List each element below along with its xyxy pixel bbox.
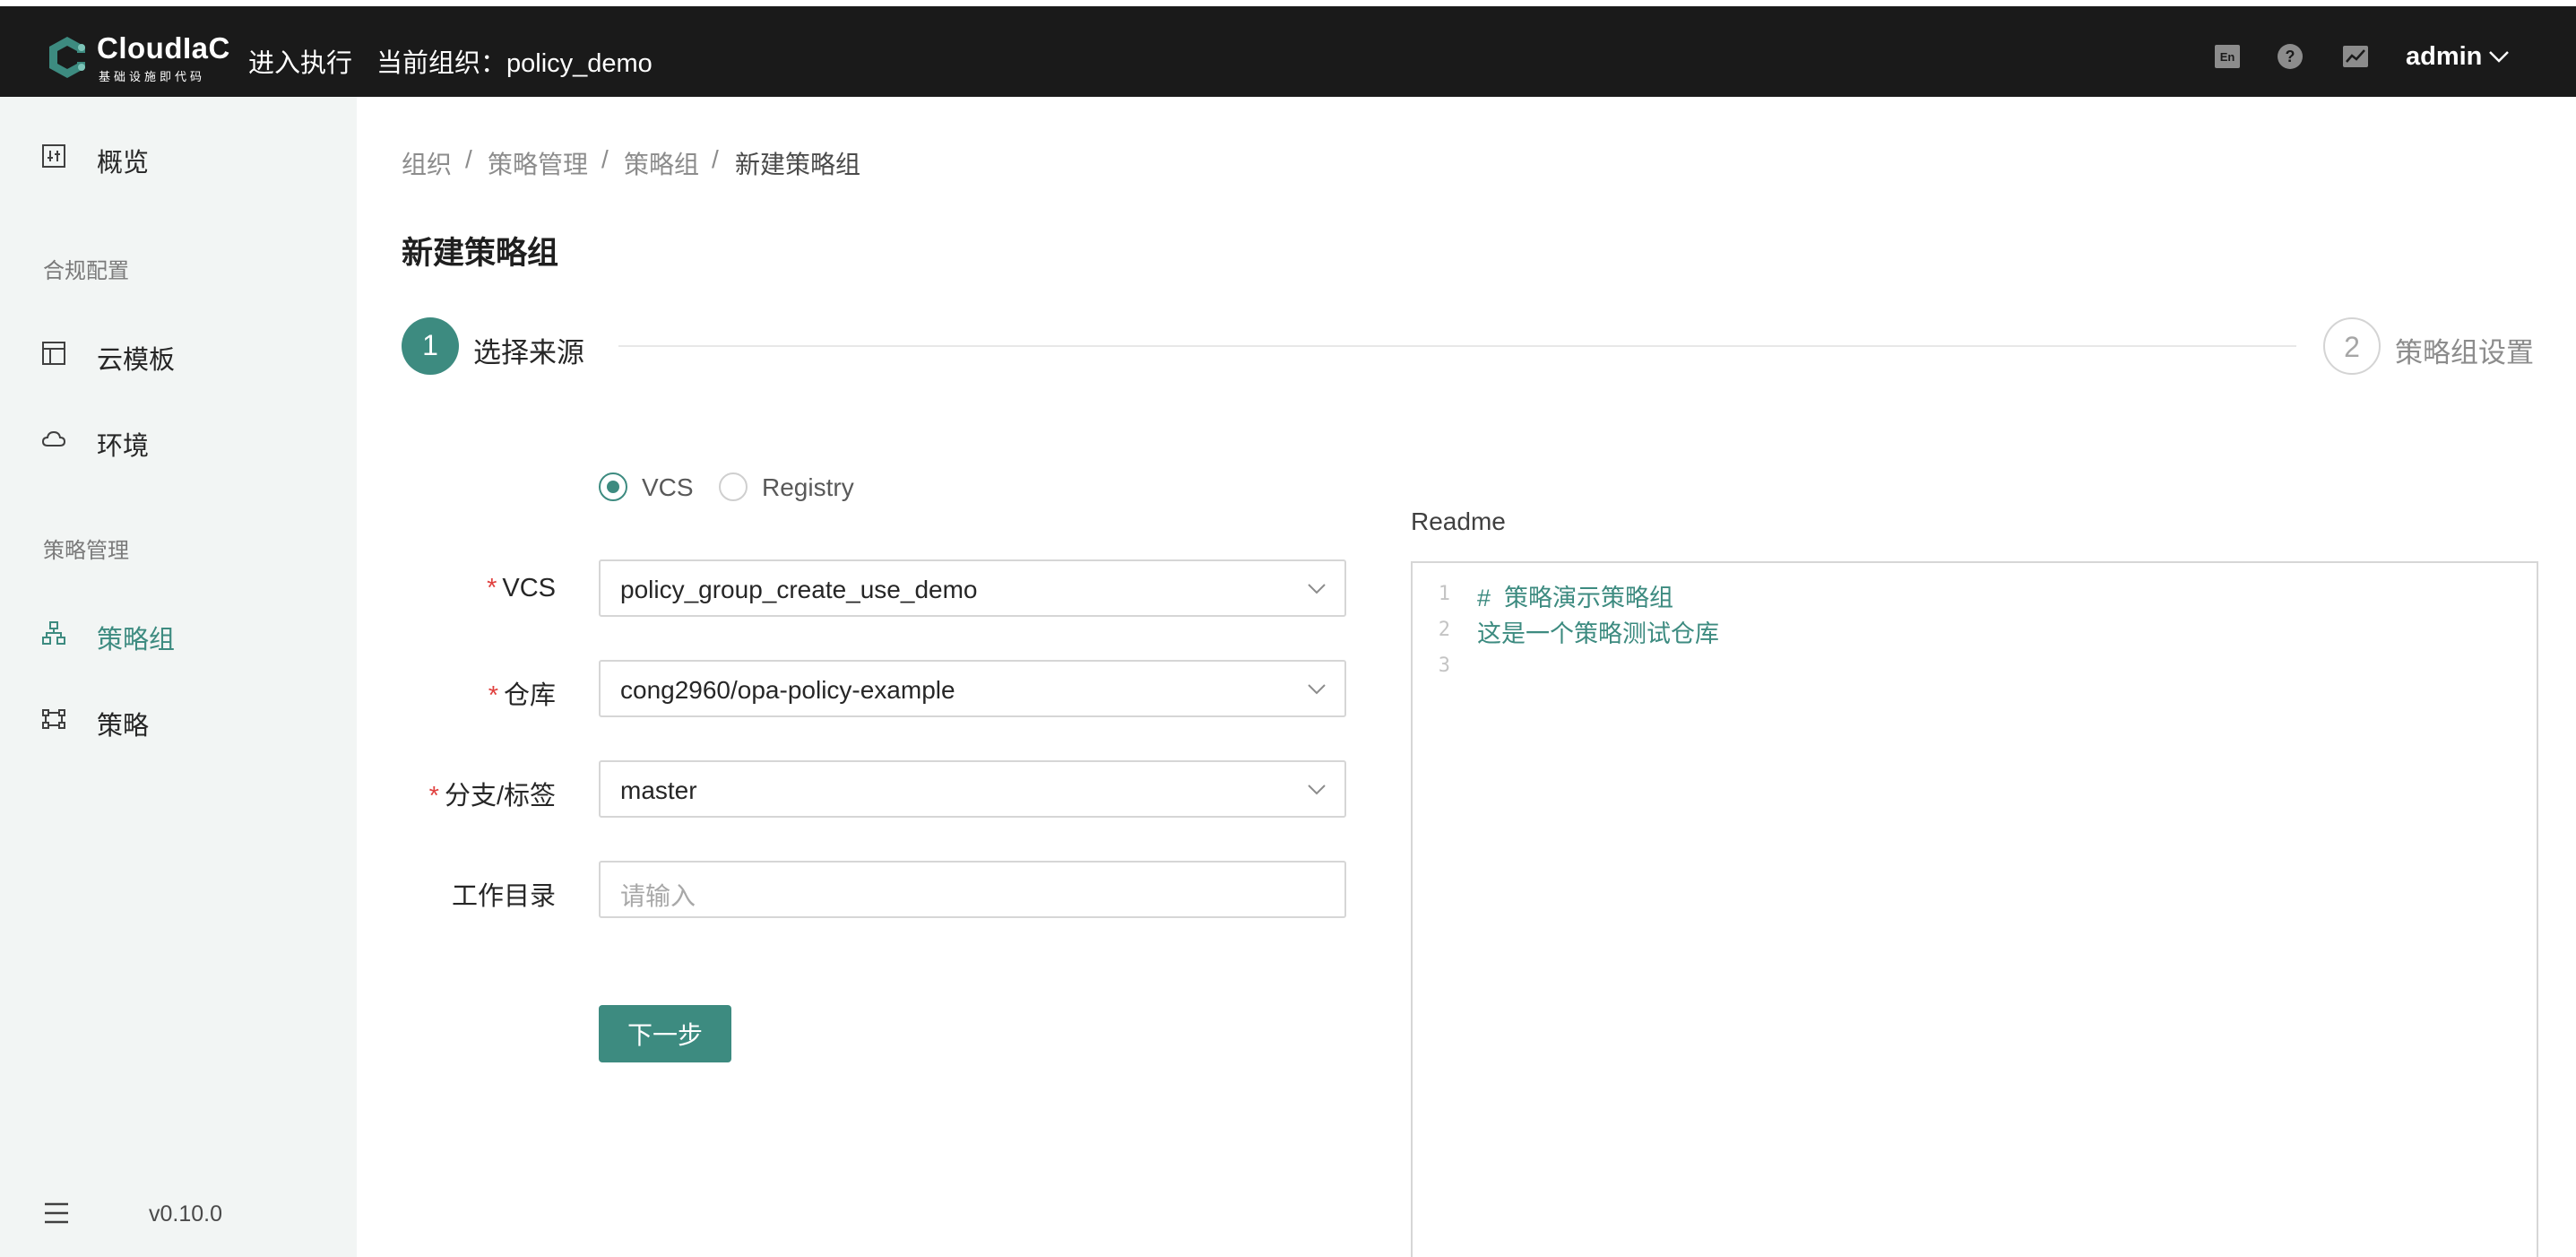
code-line: 2 这是一个策略测试仓库 <box>1413 610 2488 647</box>
breadcrumb-item[interactable]: 策略管理 <box>488 145 588 181</box>
required-mark: * <box>428 782 439 811</box>
breadcrumb-item[interactable]: 组织 <box>402 145 452 181</box>
sidebar-item-policy-groups[interactable]: 策略组 <box>0 608 357 658</box>
chevron-down-icon <box>1308 684 1326 695</box>
code-line: 1 # 策略演示策略组 <box>1413 574 2488 611</box>
workdir-label: 工作目录 <box>451 882 556 911</box>
sidebar: 概览 合规配置 云模板 环境 策略管理 策略组 策略 v0.10.0 <box>0 97 357 1257</box>
repo-select-value: cong2960/opa-policy-example <box>620 676 955 704</box>
breadcrumb-separator: / <box>601 145 609 173</box>
workdir-input[interactable]: 请输入 <box>599 861 1346 918</box>
breadcrumb-separator: / <box>712 145 719 173</box>
enter-exec-link[interactable]: 进入执行 <box>248 42 352 80</box>
chevron-down-icon[interactable] <box>2488 49 2510 64</box>
svg-text:En: En <box>2220 50 2235 64</box>
current-org-selector[interactable]: 当前组织：policy_demo <box>376 42 653 80</box>
code-line: 3 <box>1413 646 2488 681</box>
step-connector <box>618 345 2296 347</box>
node-frame-icon <box>42 709 65 729</box>
svg-text:?: ? <box>2286 48 2295 65</box>
en-lang-icon[interactable]: En <box>2213 42 2242 71</box>
brand-name: CloudIaC <box>97 31 230 65</box>
line-chart-icon[interactable] <box>2341 42 2370 71</box>
required-mark: * <box>487 574 497 602</box>
chevron-down-icon <box>1308 785 1326 795</box>
cloud-icon <box>41 430 66 446</box>
sidebar-group-policy: 策略管理 <box>43 539 129 563</box>
branch-label: * 分支/标签 <box>428 782 556 811</box>
branch-select-value: master <box>620 776 697 804</box>
line-text: 这是一个策略测试仓库 <box>1477 620 1719 647</box>
version-label: v0.10.0 <box>149 1201 223 1227</box>
repo-label: * 仓库 <box>488 681 556 710</box>
sidebar-item-policies[interactable]: 策略 <box>0 694 357 744</box>
next-step-button[interactable]: 下一步 <box>599 1005 731 1062</box>
line-text: # 策略演示策略组 <box>1477 585 1674 611</box>
readme-title: Readme <box>1411 507 1506 535</box>
chevron-down-icon <box>1308 584 1326 594</box>
radio-registry-label[interactable]: Registry <box>762 473 854 502</box>
line-number: 2 <box>1438 619 1450 641</box>
line-number: 1 <box>1438 583 1450 605</box>
page-title: 新建策略组 <box>402 236 559 271</box>
sidebar-item-label: 环境 <box>97 432 150 461</box>
step-1-indicator: 1 <box>402 317 459 375</box>
vcs-select[interactable]: policy_group_create_use_demo <box>599 559 1346 617</box>
sidebar-item-environments[interactable]: 环境 <box>0 414 357 464</box>
sidebar-item-overview[interactable]: 概览 <box>0 131 357 181</box>
vcs-label: * VCS <box>487 574 556 602</box>
step-2-indicator: 2 <box>2323 317 2381 375</box>
required-mark: * <box>488 681 498 710</box>
workdir-placeholder: 请输入 <box>620 882 696 910</box>
breadcrumb-separator: / <box>465 145 472 173</box>
breadcrumb-item[interactable]: 策略组 <box>624 145 699 181</box>
breadcrumb-current: 新建策略组 <box>735 151 861 178</box>
sidebar-item-label: 策略组 <box>97 626 176 655</box>
sidebar-group-compliance: 合规配置 <box>43 259 129 283</box>
top-header: CloudIaC 基础设施即代码 进入执行 当前组织：policy_demo E… <box>0 6 2576 97</box>
sidebar-item-templates[interactable]: 云模板 <box>0 328 357 378</box>
radio-vcs[interactable] <box>599 472 627 501</box>
user-menu[interactable]: admin <box>2406 42 2482 72</box>
question-circle-icon[interactable]: ? <box>2276 42 2304 71</box>
repo-select[interactable]: cong2960/opa-policy-example <box>599 660 1346 717</box>
dashboard-icon <box>42 144 65 168</box>
brand-tagline: 基础设施即代码 <box>99 70 206 83</box>
brand-logo[interactable]: CloudIaC 基础设施即代码 <box>45 31 251 83</box>
radio-registry[interactable] <box>719 472 748 501</box>
radio-vcs-label[interactable]: VCS <box>642 473 694 502</box>
vcs-select-value: policy_group_create_use_demo <box>620 576 978 603</box>
step-2-label: 策略组设置 <box>2395 337 2534 368</box>
readme-code-viewer[interactable]: 1 # 策略演示策略组 2 这是一个策略测试仓库 3 <box>1411 561 2538 1257</box>
cloudiac-logo-icon <box>49 37 90 78</box>
step-1-label: 选择来源 <box>473 337 584 368</box>
cluster-icon <box>42 621 65 645</box>
menu-icon[interactable] <box>43 1201 70 1225</box>
sidebar-item-label: 云模板 <box>97 346 176 375</box>
sidebar-item-label: 概览 <box>97 149 150 178</box>
sidebar-item-label: 策略 <box>97 712 150 741</box>
branch-select[interactable]: master <box>599 760 1346 818</box>
layout-icon <box>42 342 65 365</box>
line-number: 3 <box>1438 655 1450 677</box>
